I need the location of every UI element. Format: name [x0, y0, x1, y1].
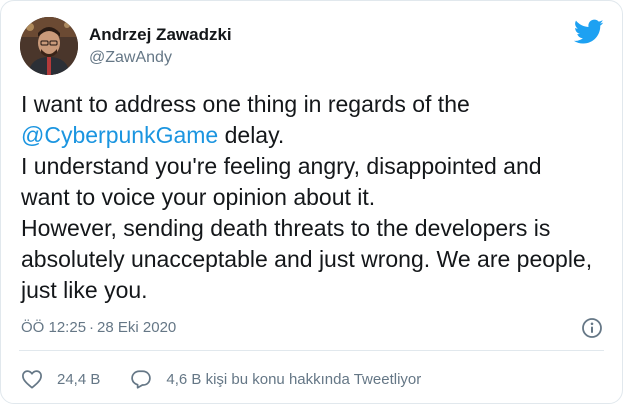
info-icon[interactable] [581, 317, 603, 339]
tweet-text: I want to address one thing in regards o… [21, 89, 611, 306]
like-count: 24,4 B [57, 370, 101, 388]
conversation-button[interactable]: 4,6 B kişi bu konu hakkında Tweetliyor [130, 369, 421, 389]
divider [19, 350, 604, 351]
tweet-line: just like you. [21, 275, 611, 306]
tweet-time: ÖÖ 12:25 [21, 319, 87, 336]
tweet-line-text: I want to address one thing in regards o… [21, 91, 470, 117]
tweet-line-text: just like you. [21, 277, 148, 303]
tweet-line: I understand you're feeling angry, disap… [21, 151, 611, 182]
tweet-line: I want to address one thing in regards o… [21, 89, 611, 120]
tweet-line-text: delay. [218, 122, 285, 148]
like-button[interactable]: 24,4 B [21, 369, 100, 389]
tweet-line-text: I understand you're feeling angry, disap… [21, 153, 542, 179]
tweet-line-text: absolutely unacceptable and just wrong. … [21, 246, 593, 272]
conversation-text: 4,6 B kişi bu konu hakkında Tweetliyor [166, 370, 422, 388]
tweet-line: want to voice your opinion about it. [21, 182, 611, 213]
avatar-photo [20, 17, 78, 75]
tweet-line: absolutely unacceptable and just wrong. … [21, 244, 611, 275]
mention-link[interactable]: @CyberpunkGame [21, 122, 218, 148]
tweet-line: @CyberpunkGame delay. [21, 120, 611, 151]
tweet-line: However, sending death threats to the de… [21, 213, 611, 244]
author-handle[interactable]: @ZawAndy [89, 49, 172, 67]
timestamp-separator: · [89, 319, 95, 336]
tweet-line-text: want to voice your opinion about it. [21, 184, 376, 210]
tweet-timestamp[interactable]: ÖÖ 12:25 · 28 Eki 2020 [21, 319, 176, 336]
tweet-actions: 24,4 B 4,6 B kişi bu konu hakkında Tweet… [21, 367, 421, 391]
author-display-name[interactable]: Andrzej Zawadzki [89, 25, 232, 45]
tweet-line-text: However, sending death threats to the de… [21, 215, 551, 241]
twitter-bird-icon[interactable] [573, 19, 604, 45]
avatar[interactable] [20, 17, 78, 75]
reply-bubble-icon [131, 370, 152, 389]
tweet-date: 28 Eki 2020 [97, 319, 177, 336]
heart-icon [22, 370, 42, 389]
tweet-card: Andrzej Zawadzki @ZawAndy I want to addr… [0, 0, 623, 404]
